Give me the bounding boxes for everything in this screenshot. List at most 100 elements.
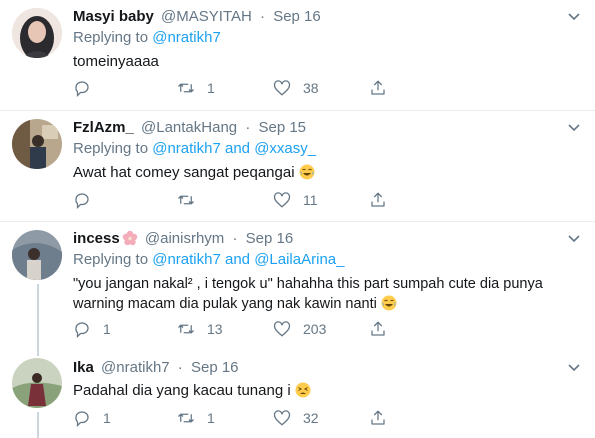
heart-icon	[273, 192, 291, 208]
reply-button[interactable]	[73, 78, 103, 98]
separator-dot: ·	[177, 359, 183, 376]
heart-icon	[273, 80, 291, 96]
retweet-count: 1	[207, 410, 215, 426]
replying-to-label: Replying to	[73, 251, 149, 268]
share-button[interactable]	[369, 190, 387, 210]
reply-count: 1	[103, 321, 111, 337]
tweet-actions: 1 13 203	[73, 319, 493, 339]
separator-dot: ·	[245, 119, 251, 136]
chevron-down-icon[interactable]	[567, 234, 581, 244]
joy-emoji-icon	[381, 295, 397, 311]
tweet-actions: 11	[73, 190, 493, 210]
user-handle[interactable]: @ainisrhym	[145, 230, 224, 247]
heart-icon	[273, 410, 291, 426]
tweet-text: "you jangan nakal² , i tengok u" hahahha…	[73, 274, 585, 314]
chevron-down-icon[interactable]	[567, 363, 581, 373]
replying-to: Replying to @nratikh7	[73, 28, 585, 48]
share-button[interactable]	[369, 319, 387, 339]
reply-icon	[75, 411, 89, 427]
tweet-text-line: warning macam dia pulak yang nak kawin n…	[73, 296, 377, 312]
share-icon	[371, 192, 385, 207]
tweet-date[interactable]: Sep 16	[191, 359, 239, 376]
retweet-count: 1	[207, 80, 215, 96]
tweet-text-body: Awat hat comey sangat peqangai	[73, 164, 295, 181]
separator-dot: ·	[232, 230, 238, 247]
and-word: and	[224, 140, 251, 157]
reply-button[interactable]: 1	[73, 408, 111, 428]
tweet-text-line-2: warning macam dia pulak yang nak kawin n…	[73, 294, 585, 314]
tweet-actions: 1 38	[73, 78, 493, 98]
joy-emoji-icon	[299, 164, 315, 180]
display-name[interactable]: Masyi baby	[73, 8, 154, 25]
user-handle[interactable]: @MASYITAH	[161, 8, 252, 25]
tweet-date[interactable]: Sep 15	[258, 119, 306, 136]
retweet-button[interactable]: 1	[177, 408, 215, 428]
replying-to: Replying to @nratikh7 and @xxasy_	[73, 139, 585, 159]
like-button[interactable]: 11	[273, 190, 318, 210]
avatar[interactable]	[12, 119, 62, 169]
reply-icon	[75, 193, 89, 209]
display-name[interactable]: Ika	[73, 359, 94, 376]
like-count: 32	[303, 410, 319, 426]
cherry-blossom-icon	[122, 230, 138, 246]
reply-count: 1	[103, 410, 111, 426]
mention-link[interactable]: @xxasy_	[254, 140, 316, 157]
mention-link[interactable]: @nratikh7	[152, 29, 221, 46]
avatar[interactable]	[12, 358, 62, 408]
replying-to-label: Replying to	[73, 29, 149, 46]
tweet-2[interactable]: FzlAzm_ @LantakHang · Sep 15 Replying to…	[0, 111, 595, 221]
share-button[interactable]	[369, 408, 387, 428]
thread-line	[37, 346, 39, 356]
retweet-icon	[178, 413, 194, 423]
like-button[interactable]: 38	[273, 78, 319, 98]
reply-button[interactable]: 1	[73, 319, 111, 339]
retweet-icon	[178, 83, 194, 93]
retweet-button[interactable]: 1	[177, 78, 215, 98]
chevron-down-icon[interactable]	[567, 123, 581, 133]
tweet-1[interactable]: Masyi baby @MASYITAH · Sep 16 Replying t…	[0, 0, 595, 110]
like-button[interactable]: 32	[273, 408, 319, 428]
retweet-button[interactable]	[177, 190, 207, 210]
display-name[interactable]: FzlAzm_	[73, 119, 134, 136]
tweet-text-body: Padahal dia yang kacau tunang i	[73, 382, 291, 399]
tweet-actions: 1 1 32	[73, 408, 493, 428]
mention-link[interactable]: @LailaArina_	[254, 251, 344, 268]
tweet-date[interactable]: Sep 16	[246, 230, 294, 247]
reply-icon	[75, 322, 89, 338]
tweet-text: Padahal dia yang kacau tunang i	[73, 381, 585, 401]
tweet-4[interactable]: Ika @nratikh7 · Sep 16 Padahal dia yang …	[0, 346, 595, 438]
avatar[interactable]	[12, 230, 62, 280]
retweet-icon	[178, 195, 194, 205]
like-button[interactable]: 203	[273, 319, 326, 339]
chevron-down-icon[interactable]	[567, 12, 581, 22]
share-icon	[371, 80, 385, 95]
share-icon	[371, 321, 385, 336]
display-name[interactable]: incess	[73, 230, 120, 247]
mention-link[interactable]: @nratikh7	[152, 251, 221, 268]
heart-icon	[273, 321, 291, 337]
tweet-text-line: "you jangan nakal² , i tengok u" hahahha…	[73, 276, 543, 292]
user-handle[interactable]: @LantakHang	[141, 119, 237, 136]
share-icon	[371, 410, 385, 425]
and-word: and	[224, 251, 251, 268]
share-button[interactable]	[369, 78, 387, 98]
mention-link[interactable]: @nratikh7	[152, 140, 221, 157]
reply-button[interactable]	[73, 190, 103, 210]
replying-to-label: Replying to	[73, 140, 149, 157]
retweet-count: 13	[207, 321, 223, 337]
avatar[interactable]	[12, 8, 62, 58]
retweet-icon	[178, 324, 194, 334]
tweet-text: Awat hat comey sangat peqangai	[73, 163, 585, 183]
like-count: 203	[303, 321, 327, 337]
user-handle[interactable]: @nratikh7	[101, 359, 170, 376]
tweet-3[interactable]: incess @ainisrhym · Sep 16 Replying to @…	[0, 222, 595, 346]
thread-line	[37, 284, 39, 346]
like-count: 38	[303, 80, 319, 96]
like-count: 11	[303, 192, 318, 208]
tweet-text: tomeinyaaaa	[73, 53, 159, 70]
thread-line	[37, 412, 39, 438]
tired-face-emoji-icon	[295, 382, 311, 398]
retweet-button[interactable]: 13	[177, 319, 223, 339]
tweet-date[interactable]: Sep 16	[273, 8, 321, 25]
reply-icon	[75, 81, 89, 97]
